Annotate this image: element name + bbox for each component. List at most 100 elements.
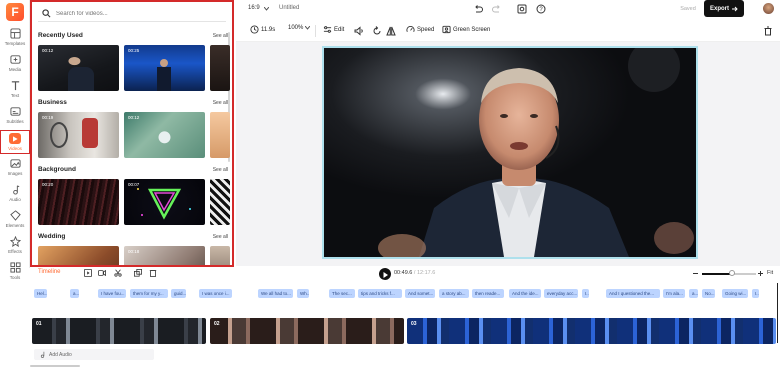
video-thumbnail[interactable]: 00:20	[38, 179, 119, 225]
zoom-slider-handle[interactable]	[729, 270, 735, 276]
green-screen-button[interactable]: Green Screen	[442, 25, 490, 34]
speed-label: Speed	[417, 26, 435, 33]
rail-item-subtitles[interactable]: Subtitles	[0, 106, 30, 130]
video-preview[interactable]	[322, 46, 698, 259]
subtitle-clip[interactable]: them for my y...	[130, 289, 168, 298]
subtitle-clip[interactable]: I...	[582, 289, 589, 298]
video-thumbnail[interactable]: 00:18	[124, 246, 205, 265]
subtitle-clip[interactable]: then reade...	[472, 289, 504, 298]
timeline-tab[interactable]: Timeline	[38, 269, 60, 275]
subtitle-clip[interactable]: Going wi...	[722, 289, 748, 298]
video-thumbnail[interactable]: 00:07	[124, 179, 205, 225]
subtitle-clip[interactable]: And I questioned the...	[606, 289, 660, 298]
fit-button[interactable]: Fit	[767, 270, 773, 276]
subtitle-clip[interactable]: And somet...	[405, 289, 435, 298]
user-avatar[interactable]	[763, 3, 774, 14]
subtitle-clip[interactable]: Hel...	[34, 289, 47, 298]
rail-item-videos[interactable]: Videos	[0, 130, 30, 154]
undo-icon[interactable]	[473, 4, 483, 14]
zoom-slider-track[interactable]	[734, 273, 756, 275]
export-button[interactable]: Export	[704, 0, 744, 17]
play-button[interactable]	[379, 268, 391, 280]
add-audio-button[interactable]: Add Audio	[34, 349, 154, 360]
aspect-ratio-select[interactable]: 16:9	[248, 5, 260, 11]
subtitle-clip[interactable]: a story ab...	[439, 289, 469, 298]
rail-item-tools[interactable]: Tools	[0, 262, 30, 286]
see-all-link[interactable]: See all	[213, 234, 228, 240]
subtitle-clip[interactable]: Wh...	[297, 289, 309, 298]
subtitle-clip[interactable]: No...	[702, 289, 715, 298]
video-thumbnail[interactable]	[210, 45, 230, 91]
duration-control[interactable]: 11.9s	[250, 25, 275, 34]
video-clip[interactable]: 03	[407, 318, 776, 344]
triangle-graphic	[137, 188, 191, 220]
see-all-link[interactable]: See all	[213, 167, 228, 173]
time-readout: 00:49.6 / 12:17.6	[394, 270, 436, 276]
rail-item-text[interactable]: Text	[0, 80, 30, 104]
volume-icon[interactable]	[354, 26, 364, 36]
record-icon[interactable]	[98, 269, 106, 277]
video-thumbnail[interactable]	[210, 179, 230, 225]
elements-icon	[9, 210, 21, 221]
split-icon[interactable]	[114, 269, 122, 277]
help-icon[interactable]: ?	[536, 4, 546, 14]
trash-icon[interactable]	[763, 26, 773, 36]
app-logo[interactable]: F	[6, 3, 24, 21]
subtitle-clip[interactable]: I was once i...	[199, 289, 232, 298]
subtitle-clip[interactable]: a...	[689, 289, 698, 298]
subtitle-clip[interactable]: I'm ala...	[663, 289, 685, 298]
video-thumbnail[interactable]: 00:12	[38, 45, 119, 91]
see-all-link[interactable]: See all	[213, 100, 228, 106]
subtitle-clip[interactable]: I...	[752, 289, 759, 298]
duration-value: 11.9s	[261, 26, 276, 33]
play-box-icon[interactable]	[84, 269, 92, 277]
search-input[interactable]	[56, 10, 216, 17]
video-duration: 00:20	[42, 182, 54, 187]
playhead[interactable]	[777, 283, 778, 343]
zoom-select[interactable]: 100%	[288, 25, 312, 31]
rail-item-templates[interactable]: Templates	[0, 28, 30, 52]
subtitle-clip[interactable]: I have fou...	[98, 289, 126, 298]
subtitle-clip[interactable]: And the ide...	[509, 289, 541, 298]
rail-item-media[interactable]: Media	[0, 54, 30, 78]
subtitle-clip[interactable]: guid...	[171, 289, 186, 298]
templates-icon	[9, 28, 21, 39]
editor-app: F Templates Media Text Subtitles Videos …	[0, 0, 780, 370]
saved-status: Saved	[680, 6, 696, 12]
subtitle-clip[interactable]: We all had to...	[258, 289, 293, 298]
video-thumbnail[interactable]	[210, 112, 230, 158]
screenshot-icon[interactable]	[517, 4, 527, 14]
document-title[interactable]: Untitled	[279, 5, 299, 11]
see-all-link[interactable]: See all	[213, 33, 228, 39]
zoom-out-icon[interactable]	[692, 270, 699, 277]
rail-item-audio[interactable]: Audio	[0, 184, 30, 208]
video-clip[interactable]: 01	[32, 318, 206, 344]
zoom-in-icon[interactable]	[757, 270, 764, 277]
delete-icon[interactable]	[149, 269, 157, 277]
rail-item-elements[interactable]: Elements	[0, 210, 30, 234]
timeline-scrollbar[interactable]	[30, 365, 80, 367]
video-thumbnail[interactable]	[38, 246, 119, 265]
rail-item-effects[interactable]: Effects	[0, 236, 30, 260]
video-thumbnail[interactable]: 00:25	[124, 45, 205, 91]
video-thumbnail[interactable]: 00:12	[124, 112, 205, 158]
speaker-illustration	[324, 48, 696, 257]
edit-button[interactable]: Edit	[323, 25, 344, 34]
subtitle-clip[interactable]: everyday acc...	[544, 289, 578, 298]
video-thumbnail[interactable]	[210, 246, 230, 265]
subtitle-clip[interactable]: The sec...	[329, 289, 355, 298]
video-clip[interactable]: 02	[210, 318, 404, 344]
redo-icon[interactable]	[492, 4, 502, 14]
subtitle-clip[interactable]: a...	[70, 289, 79, 298]
rail-item-images[interactable]: Images	[0, 158, 30, 182]
clip-number: 01	[36, 321, 42, 327]
rotate-icon[interactable]	[372, 26, 382, 36]
video-thumbnail[interactable]: 00:19	[38, 112, 119, 158]
rail-item-label: Audio	[9, 197, 21, 202]
rail-item-label: Effects	[8, 249, 22, 254]
flip-icon[interactable]	[386, 26, 396, 36]
speed-button[interactable]: Speed	[406, 25, 434, 34]
duplicate-icon[interactable]	[134, 269, 142, 277]
subtitle-clip[interactable]: tips and tricks f...	[358, 289, 402, 298]
rail-item-label: Images	[7, 171, 23, 176]
